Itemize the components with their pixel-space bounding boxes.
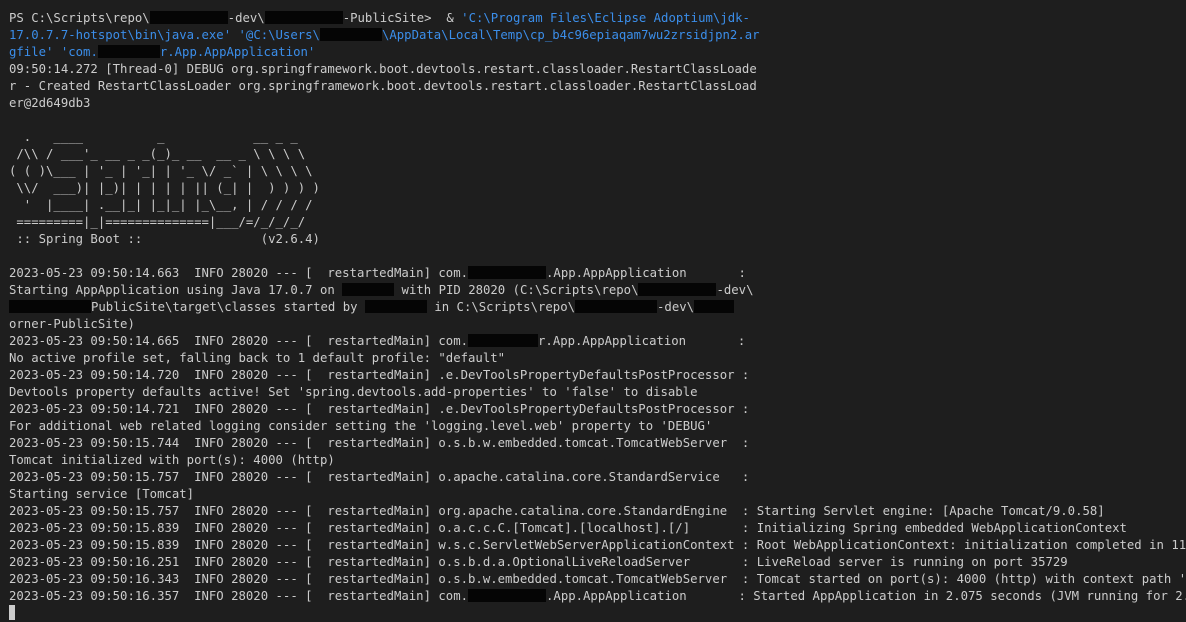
log-line: orner-PublicSite) [9, 317, 135, 331]
log-line: 2023-05-23 09:50:15.757 INFO 28020 --- [… [9, 504, 1105, 518]
log-line: For additional web related logging consi… [9, 419, 713, 433]
terminal-cursor [9, 605, 15, 620]
log-line: Devtools property defaults active! Set '… [9, 385, 698, 399]
banner-line: =========|_|==============|___/=/_/_/_/ [9, 215, 306, 229]
log-text: with PID 28020 (C:\Scripts\repo\ [394, 283, 639, 297]
log-text: .App.AppApplication : Started AppApplica… [546, 589, 1186, 603]
redacted-text [9, 300, 91, 313]
argfile-arg: \AppData\Local\Temp\cp_b4c96epiaqam7wu2z… [381, 28, 760, 42]
log-text: 2023-05-23 09:50:16.357 INFO 28020 --- [… [9, 589, 469, 603]
java-path-arg: 'C:\Program Files\Eclipse Adoptium\jdk- [461, 11, 750, 25]
log-text: -dev\ [716, 283, 754, 297]
redacted-text [468, 334, 539, 347]
log-text: Starting AppApplication using Java 17.0.… [9, 283, 343, 297]
banner-line: :: Spring Boot :: (v2.6.4) [9, 232, 320, 246]
log-line: 2023-05-23 09:50:16.251 INFO 28020 --- [… [9, 555, 1068, 569]
banner-line: /\\ / ___'_ __ _ _(_)_ __ __ _ \ \ \ \ [9, 147, 306, 161]
log-line: 2023-05-23 09:50:14.721 INFO 28020 --- [… [9, 402, 750, 416]
debug-line: 09:50:14.272 [Thread-0] DEBUG org.spring… [9, 62, 757, 76]
command-line-3: gfile' 'com. r.App.AppApplication' [9, 44, 1179, 61]
argfile-arg: '@C:\Users\ [231, 28, 320, 42]
java-path-arg: 17.0.7.7-hotspot\bin\java.exe' [9, 28, 232, 42]
log-text: 2023-05-23 09:50:14.665 INFO 28020 --- [… [9, 334, 469, 348]
redacted-text [319, 28, 382, 41]
prompt-prefix: PS C:\Scripts\repo\ [9, 11, 150, 25]
redacted-text [638, 283, 717, 296]
argfile-arg: gfile' [9, 45, 54, 59]
terminal-output[interactable]: PS C:\Scripts\repo\ -dev\ -PublicSite> & '… [9, 10, 1186, 605]
log-text: in C:\Scripts\repo\ [426, 300, 576, 314]
log-line: No active profile set, falling back to 1… [9, 351, 506, 365]
log-line: 2023-05-23 09:50:16.357 INFO 28020 --- [… [9, 588, 1186, 605]
redacted-text [149, 11, 228, 24]
prompt-segment: -dev\ [227, 11, 265, 25]
log-line: 2023-05-23 09:50:15.839 INFO 28020 --- [… [9, 538, 1186, 552]
banner-line: ' |____| .__|_| |_|_| |_\__, | / / / / [9, 198, 313, 212]
log-line: 2023-05-23 09:50:15.839 INFO 28020 --- [… [9, 521, 1127, 535]
log-line: PublicSite\target\classes started by in … [9, 299, 1179, 316]
redacted-text [364, 300, 427, 313]
log-text: .App.AppApplication : [546, 266, 746, 280]
redacted-text [97, 45, 160, 58]
log-line: Tomcat initialized with port(s): 4000 (h… [9, 453, 335, 467]
banner-line: ( ( )\___ | '_ | '_| | '_ \/ _` | \ \ \ … [9, 164, 313, 178]
main-class-arg: r.App.AppApplication' [159, 45, 316, 59]
log-text: -dev\ [657, 300, 695, 314]
redacted-text [575, 300, 658, 313]
log-line: 2023-05-23 09:50:15.757 INFO 28020 --- [… [9, 470, 750, 484]
banner-line: . ____ _ __ _ _ [9, 130, 298, 144]
log-line: Starting service [Tomcat] [9, 487, 195, 501]
log-text: r.App.AppApplication : [538, 334, 746, 348]
log-line: 2023-05-23 09:50:14.665 INFO 28020 --- [… [9, 333, 1179, 350]
command-line-2: 17.0.7.7-hotspot\bin\java.exe' '@C:\User… [9, 27, 1179, 44]
main-class-arg: 'com. [53, 45, 98, 59]
log-line: Starting AppApplication using Java 17.0.… [9, 282, 1179, 299]
redacted-text [342, 283, 395, 296]
log-line: 2023-05-23 09:50:14.663 INFO 28020 --- [… [9, 265, 1179, 282]
redacted-text [468, 266, 547, 279]
redacted-text [694, 300, 735, 313]
command-line-1: PS C:\Scripts\repo\ -dev\ -PublicSite> & '… [9, 10, 1179, 27]
banner-line: \\/ ___)| |_)| | | | | || (_| | ) ) ) ) [9, 181, 320, 195]
debug-line: r - Created RestartClassLoader org.sprin… [9, 79, 757, 93]
log-line: 2023-05-23 09:50:15.744 INFO 28020 --- [… [9, 436, 750, 450]
redacted-text [468, 589, 547, 602]
debug-line: er@2d649db3 [9, 96, 91, 110]
log-text: 2023-05-23 09:50:14.663 INFO 28020 --- [… [9, 266, 469, 280]
log-line: 2023-05-23 09:50:14.720 INFO 28020 --- [… [9, 368, 750, 382]
prompt-segment: -PublicSite> & [342, 11, 462, 25]
log-text: PublicSite\target\classes started by [91, 300, 365, 314]
log-line: 2023-05-23 09:50:16.343 INFO 28020 --- [… [9, 572, 1186, 586]
redacted-text [264, 11, 343, 24]
